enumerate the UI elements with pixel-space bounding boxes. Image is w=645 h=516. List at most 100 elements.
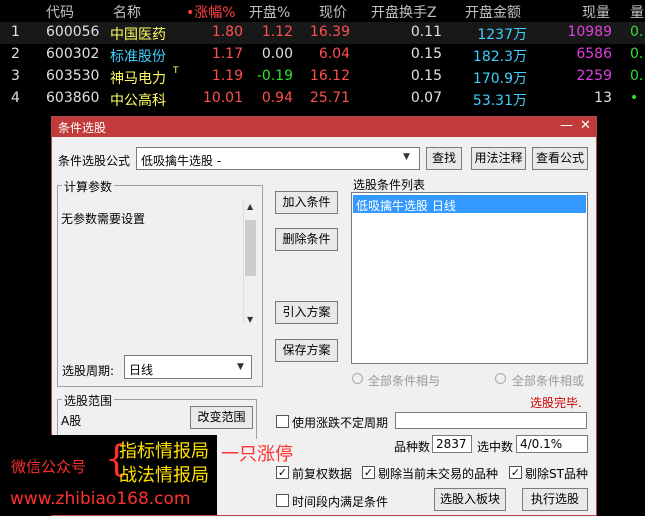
cell-extra: • xyxy=(630,90,639,106)
view-formula-button[interactable]: 查看公式 xyxy=(532,147,588,170)
selected-field: 4/0.1% xyxy=(516,435,588,453)
cell-change-pct: 1.17 xyxy=(211,46,243,62)
cell-name: 标准股份 xyxy=(110,49,166,65)
list-item-label: 低吸擒牛选股 日线 xyxy=(356,199,456,213)
cell-name: 神马电力 xyxy=(110,71,166,87)
cell-open-turnover: 0.07 xyxy=(410,90,442,106)
col-price[interactable]: 现价 xyxy=(319,2,347,22)
cell-change-pct: 1.19 xyxy=(211,68,243,84)
find-button[interactable]: 查找 xyxy=(426,147,462,170)
count-field: 2837 xyxy=(432,435,472,453)
scroll-thumb[interactable] xyxy=(245,220,256,276)
dialog-title-bar[interactable]: 条件选股 — ✕ xyxy=(52,117,596,137)
cell-name: 中公高科 xyxy=(110,93,166,109)
range-group-label: 选股范围 xyxy=(62,392,115,409)
radio-or-label: 全部条件相或 xyxy=(512,374,585,388)
radio-and-label: 全部条件相与 xyxy=(368,374,441,388)
params-group-label: 计算参数 xyxy=(62,178,115,195)
watermark-slogan: 一只涨停 xyxy=(221,444,293,465)
pre-rights-label: 前复权数据 xyxy=(292,467,353,481)
minimize-icon[interactable]: — xyxy=(560,118,573,133)
cell-volume: 10989 xyxy=(567,24,612,40)
exclude-st-checkbox[interactable]: ✓ xyxy=(509,466,522,479)
col-open-pct[interactable]: 开盘% xyxy=(249,2,290,22)
dialog-title: 条件选股 xyxy=(58,121,107,135)
cell-volume: 6586 xyxy=(576,46,612,62)
col-change-pct[interactable]: •涨幅% xyxy=(186,2,236,22)
radio-or[interactable] xyxy=(495,373,506,384)
time-range-label: 时间段内满足条件 xyxy=(292,495,389,509)
selected-value: 4/0.1% xyxy=(520,437,563,451)
cell-change-pct: 10.01 xyxy=(202,90,243,106)
watermark-url: www.zhibiao168.com xyxy=(10,489,191,509)
usage-note-button[interactable]: 用法注释 xyxy=(471,147,526,170)
exclude-untraded-label: 剔除当前未交易的品种 xyxy=(378,467,499,481)
close-icon[interactable]: ✕ xyxy=(580,118,591,133)
params-scrollbar[interactable]: ▲ ▼ xyxy=(243,202,258,325)
condition-list[interactable]: 低吸擒牛选股 日线 xyxy=(351,192,588,364)
cell-price: 16.12 xyxy=(309,68,350,84)
table-row[interactable]: 3 603530 神马电力 T 1.19 -0.19 16.12 0.15 170.9万 2259… xyxy=(0,66,645,88)
selected-label: 选中数 xyxy=(477,440,514,454)
change-range-button[interactable]: 改变范围 xyxy=(190,406,253,429)
cell-price: 25.71 xyxy=(309,90,350,106)
add-to-block-button[interactable]: 选股入板块 xyxy=(434,488,506,511)
cell-volume: 13 xyxy=(594,90,612,106)
watermark-banner: 微信公众号 { 指标情报局 战法情报局 www.zhibiao168.com xyxy=(7,435,217,515)
row-index: 3 xyxy=(11,68,20,84)
chevron-down-icon[interactable]: ▼ xyxy=(403,152,410,162)
run-screening-button[interactable]: 执行选股 xyxy=(522,488,588,511)
watermark-wechat: 微信公众号 xyxy=(11,458,87,476)
row-index: 2 xyxy=(11,46,20,62)
col-volume[interactable]: 现量 xyxy=(582,2,610,22)
col-extra[interactable]: 量 xyxy=(630,2,644,22)
save-plan-button[interactable]: 保存方案 xyxy=(275,339,338,362)
pre-rights-checkbox[interactable]: ✓ xyxy=(276,466,289,479)
uncertain-period-checkbox[interactable] xyxy=(276,415,289,428)
uncertain-period-input[interactable] xyxy=(395,412,587,429)
formula-select[interactable]: 低吸擒牛选股 - ▼ xyxy=(136,147,420,170)
delete-condition-button[interactable]: 删除条件 xyxy=(275,228,338,251)
add-condition-button[interactable]: 加入条件 xyxy=(275,191,338,214)
table-row[interactable]: 1 600056 中国医药 1.80 1.12 16.39 0.11 1237万 10989 0. xyxy=(0,22,645,44)
col-name[interactable]: 名称 xyxy=(113,2,141,22)
cell-volume: 2259 xyxy=(576,68,612,84)
time-range-checkbox[interactable] xyxy=(276,494,289,507)
scroll-down-icon[interactable]: ▼ xyxy=(247,315,253,324)
chevron-down-icon[interactable]: ▼ xyxy=(237,362,244,372)
exclude-untraded-checkbox[interactable]: ✓ xyxy=(362,466,375,479)
cell-mark: T xyxy=(173,66,179,76)
status-text: 选股完毕. xyxy=(530,396,582,410)
import-plan-button[interactable]: 引入方案 xyxy=(275,301,338,324)
table-row[interactable]: 2 600302 标准股份 1.17 0.00 6.04 0.15 182.3万 6586 0. xyxy=(0,44,645,66)
cell-extra: 0. xyxy=(630,46,644,62)
cell-extra: 0. xyxy=(630,68,644,84)
cell-open-pct: 0.00 xyxy=(261,46,293,62)
formula-value: 低吸擒牛选股 - xyxy=(141,154,222,168)
params-text: 无参数需要设置 xyxy=(61,212,146,226)
cell-open-turnover: 0.15 xyxy=(410,46,442,62)
exclude-st-label: 剔除ST品种 xyxy=(525,467,588,481)
col-open-turnover[interactable]: 开盘换手Z xyxy=(371,2,437,22)
cell-open-pct: 0.94 xyxy=(261,90,293,106)
condition-list-label: 选股条件列表 xyxy=(353,178,426,192)
quote-table-header: 代码 名称 •涨幅% 开盘% 现价 开盘换手Z 开盘金额 现量 量 xyxy=(0,0,645,22)
cell-open-amount: 1237万 xyxy=(477,27,527,43)
cell-open-amount: 182.3万 xyxy=(472,49,527,65)
cell-price: 6.04 xyxy=(318,46,350,62)
scroll-up-icon[interactable]: ▲ xyxy=(247,202,253,211)
period-select[interactable]: 日线 ▼ xyxy=(124,355,252,379)
col-open-amount[interactable]: 开盘金额 xyxy=(465,2,521,22)
list-item[interactable]: 低吸擒牛选股 日线 xyxy=(353,195,586,213)
cell-change-pct: 1.80 xyxy=(211,24,243,40)
table-row[interactable]: 4 603860 中公高科 10.01 0.94 25.71 0.07 53.31万 13 • xyxy=(0,88,645,110)
cell-open-amount: 170.9万 xyxy=(472,71,527,87)
cell-open-pct: 1.12 xyxy=(261,24,293,40)
col-code[interactable]: 代码 xyxy=(46,2,74,22)
count-value: 2837 xyxy=(436,437,467,451)
cell-open-pct: -0.19 xyxy=(256,68,293,84)
radio-and[interactable] xyxy=(352,373,363,384)
cell-code: 600056 xyxy=(46,24,100,40)
cell-extra: 0. xyxy=(630,24,644,40)
cell-code: 603530 xyxy=(46,68,100,84)
